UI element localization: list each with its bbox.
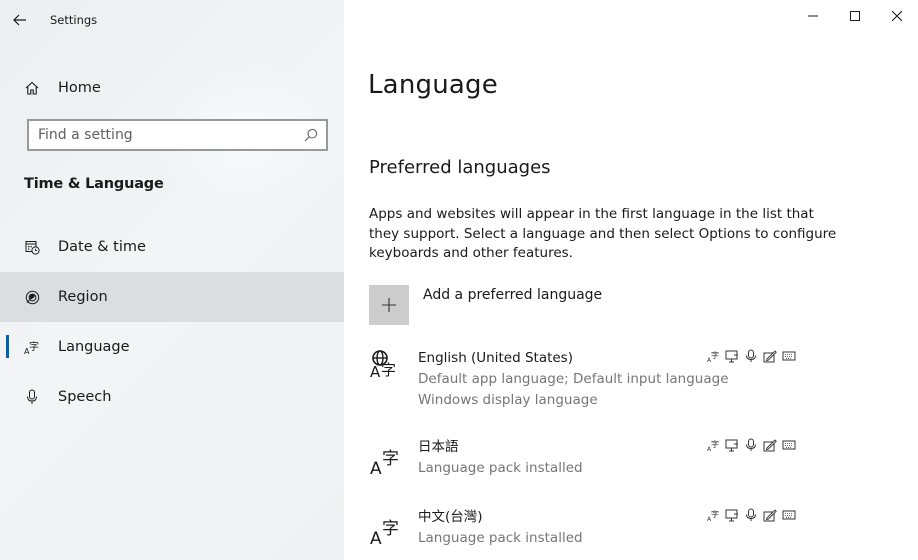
add-language-label: Add a preferred language [423,287,603,303]
keyboard-icon [782,438,796,452]
section-header-time-language: Time & Language [24,176,164,192]
calendar-clock-icon [24,239,40,255]
maximize-button[interactable] [834,0,876,32]
language-pack-icon: A字 [706,508,720,522]
handwriting-icon [763,508,777,522]
svg-text:A: A [370,363,381,381]
sidebar-item-language[interactable]: A 字 Language [0,322,344,372]
sidebar-item-label: Date & time [58,239,146,255]
main-content: Language Preferred languages Apps and we… [344,0,918,560]
microphone-icon [24,389,40,405]
language-name: 日本語 [418,439,459,455]
svg-text:字: 字 [711,350,719,360]
search-icon[interactable] [296,121,326,149]
home-icon [24,80,40,96]
minimize-button[interactable] [792,0,834,32]
language-text: English (United States) Default app lang… [418,349,729,410]
sidebar-item-speech[interactable]: Speech [0,372,344,422]
title-bar: Settings [0,0,344,40]
svg-text:字: 字 [711,439,719,449]
language-pack-icon: A字 [706,438,720,452]
speech-icon [744,508,758,522]
selection-indicator [6,335,9,358]
display-language-icon [725,438,739,452]
minimize-icon [808,15,818,17]
svg-text:字: 字 [382,519,399,539]
speech-icon [744,349,758,363]
handwriting-icon [763,349,777,363]
close-button[interactable] [876,0,918,32]
speech-icon [744,438,758,452]
app-title: Settings [50,13,98,27]
globe-region-icon [24,289,40,305]
search-input[interactable] [29,121,296,149]
back-button[interactable] [0,0,40,40]
display-language-icon [725,508,739,522]
language-feature-icons: A字 [706,438,796,452]
sidebar-item-label: Language [58,339,130,355]
language-status: Default app language; Default input lang… [418,371,729,387]
handwriting-icon [763,438,777,452]
language-item-japanese[interactable]: A 字 日本語 Language pack installed A字 [369,438,849,484]
language-name: 中文(台灣) [418,509,483,525]
language-icon: A 字 [370,449,399,478]
language-text: 中文(台灣) Language pack installed [418,508,583,549]
language-item-chinese-taiwan[interactable]: A 字 中文(台灣) Language pack installed A字 [369,508,849,554]
svg-text:字: 字 [29,340,39,353]
svg-text:字: 字 [711,509,719,519]
language-pack-icon: A字 [706,349,720,363]
language-status-2: Windows display language [418,392,598,408]
keyboard-icon [782,349,796,363]
maximize-icon [850,11,860,21]
svg-text:A: A [370,459,382,478]
plus-icon [382,298,396,312]
search-box[interactable] [27,119,328,151]
language-status: Language pack installed [418,460,583,476]
language-feature-icons: A字 [706,349,796,363]
caption-buttons [792,0,918,32]
language-text: 日本語 Language pack installed [418,438,583,479]
svg-text:字: 字 [382,449,399,469]
language-icon: A 字 [370,519,399,548]
sidebar-item-date-time[interactable]: Date & time [0,222,344,272]
sidebar-item-label: Speech [58,389,112,405]
nav-home-label: Home [58,80,101,96]
sidebar-item-label: Region [58,289,108,305]
settings-window: Settings Home Time & Language [0,0,918,560]
nav-home[interactable]: Home [0,63,344,113]
add-language-button[interactable]: Add a preferred language [369,285,602,325]
display-language-icon [725,349,739,363]
keyboard-icon [782,508,796,522]
language-name: English (United States) [418,350,573,366]
add-tile [369,285,409,325]
language-feature-icons: A字 [706,508,796,522]
close-icon [892,11,902,21]
description-text: Apps and websites will appear in the fir… [369,206,837,261]
language-item-english[interactable]: A 字 English (United States) Default app … [369,349,849,411]
back-arrow-icon [13,14,26,26]
language-icon: A 字 [24,339,40,355]
sidebar-item-region[interactable]: Region [0,272,344,322]
section-title: Preferred languages [369,157,551,178]
language-status: Language pack installed [418,530,583,546]
svg-text:字: 字 [381,361,396,379]
page-title: Language [368,70,498,100]
svg-text:A: A [370,529,382,548]
language-globe-icon: A 字 [370,350,396,381]
sidebar: Settings Home Time & Language [0,0,344,560]
